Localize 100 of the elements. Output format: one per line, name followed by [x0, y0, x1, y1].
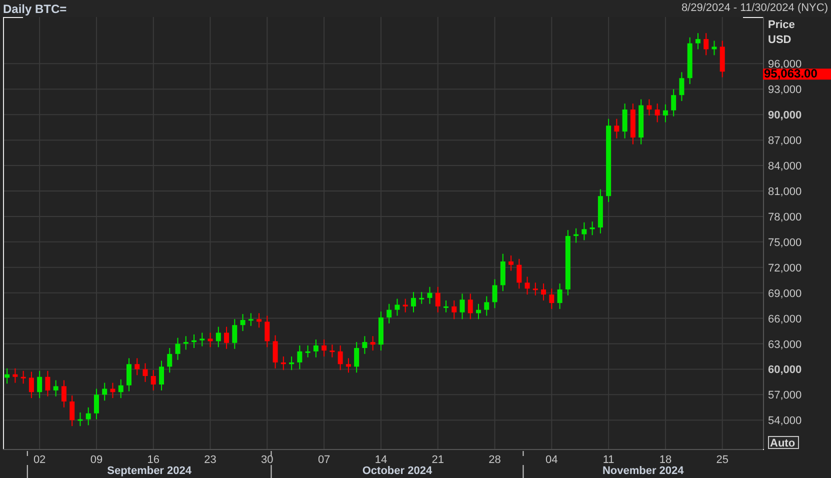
x-axis-label: 23: [204, 454, 216, 466]
candlestick: [240, 314, 246, 332]
y-axis-label: 75,000: [768, 236, 802, 249]
candlestick: [402, 298, 408, 313]
x-axis-label: 16: [147, 454, 160, 466]
candlestick: [126, 358, 132, 392]
candlestick: [574, 228, 579, 244]
candlestick: [159, 360, 164, 391]
x-axis-label: 21: [432, 454, 444, 466]
candlestick: [516, 258, 522, 290]
candlestick: [484, 296, 490, 316]
candlestick: [110, 382, 116, 399]
y-axis-label: 78,000: [768, 211, 802, 224]
candlestick: [646, 98, 652, 116]
candlestick: [508, 255, 514, 272]
candlestick: [541, 283, 546, 301]
candlestick: [232, 318, 238, 350]
y-axis-label: 84,000: [768, 160, 802, 173]
candlestick: [102, 382, 108, 402]
month-label: October 2024: [362, 465, 432, 477]
candlestick: [671, 88, 676, 117]
candlestick: [37, 370, 42, 399]
candlestick: [622, 103, 628, 139]
candlestick: [297, 344, 302, 370]
candlestick: [53, 380, 58, 397]
candlestick: [654, 103, 660, 123]
candlestick: [614, 118, 620, 139]
x-axis-label: 28: [488, 454, 501, 466]
candlestick: [224, 326, 230, 350]
x-axis-label: 02: [33, 454, 46, 466]
candlestick: [330, 344, 335, 358]
candlestick: [134, 358, 140, 376]
candlestick: [410, 291, 416, 313]
candlestick: [444, 300, 448, 313]
candlestick: [695, 32, 700, 50]
candlestick: [78, 412, 83, 427]
candlestick: [492, 278, 498, 309]
candlestick: [720, 40, 725, 78]
candlestick: [712, 40, 717, 56]
candlestick: [167, 348, 172, 374]
candlestick: [346, 358, 351, 374]
y-axis-label: 87,000: [768, 135, 802, 148]
x-axis-label: 30: [261, 454, 274, 466]
x-axis-label: 25: [716, 454, 728, 466]
candlestick: [598, 188, 603, 234]
candlestick: [322, 339, 327, 357]
candlestick: [452, 300, 457, 320]
candlestick: [338, 344, 343, 371]
candlestick: [192, 334, 197, 348]
y-axis-label: 81,000: [768, 186, 802, 198]
candlestick: [557, 283, 562, 310]
candlestick: [549, 288, 554, 310]
candlestick: [61, 380, 66, 408]
candlestick: [70, 395, 75, 427]
candlestick: [704, 32, 709, 56]
candlestick: [150, 370, 156, 391]
y-axis-label: 63,000: [768, 338, 802, 351]
y-axis-label: 66,000: [768, 313, 802, 326]
x-axis-label: 11: [602, 454, 614, 466]
candlestick: [370, 336, 376, 352]
candlestick: [200, 332, 205, 347]
candlestick: [4, 368, 10, 384]
candlestick: [289, 356, 294, 371]
candlestick: [313, 339, 318, 358]
candlestick: [118, 378, 124, 399]
candlestick: [687, 36, 692, 85]
axis-title: USD: [768, 34, 792, 46]
x-axis-label: 04: [546, 454, 558, 466]
candlestick: [427, 286, 432, 304]
candlestick: [354, 342, 360, 374]
candlestick: [386, 303, 392, 324]
candlestick: [175, 337, 180, 360]
candlestick: [638, 98, 644, 145]
month-label: November 2024: [602, 465, 684, 477]
candlestick: [565, 230, 570, 296]
y-axis-label: 57,000: [768, 390, 802, 402]
candlestick: [86, 406, 91, 426]
candlestick: [524, 276, 530, 296]
candlestick: [394, 298, 400, 316]
candlestick: [468, 293, 473, 320]
candlestick: [248, 312, 254, 326]
candlestick: [256, 312, 262, 328]
candlestick: [630, 103, 636, 145]
candlestick: [419, 291, 424, 304]
auto-scale-button[interactable]: Auto: [768, 436, 799, 450]
candlestick: [216, 326, 221, 348]
candlestick: [28, 371, 34, 399]
y-axis-label: 60,000: [768, 364, 802, 376]
x-axis-label: 18: [659, 454, 672, 466]
y-axis-label: 93,000: [768, 84, 802, 96]
candlestick: [582, 222, 587, 241]
candlestick: [378, 311, 384, 352]
candlestick: [264, 315, 270, 348]
candlestick: [500, 253, 506, 292]
y-axis-label: 54,000: [768, 415, 802, 428]
axis-title: Price: [768, 19, 795, 31]
candlestick: [532, 282, 538, 296]
candlestick: [208, 332, 213, 348]
candlestick: [362, 336, 368, 354]
x-axis-label: 09: [90, 454, 103, 466]
